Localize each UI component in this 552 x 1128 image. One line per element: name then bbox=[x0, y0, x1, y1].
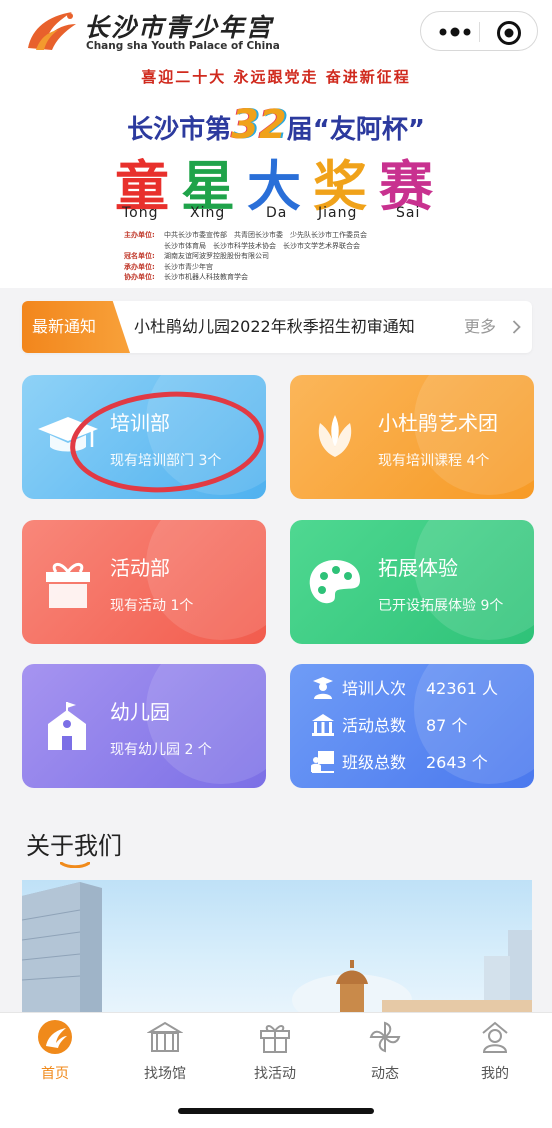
organizer-line: 长沙市体育局 长沙市科学技术协会 长沙市文学艺术界联合会 bbox=[164, 241, 360, 250]
card-activity-dept[interactable]: 活动部 现有活动 1个 bbox=[22, 520, 266, 644]
banner-title: 童 星 大 奖 赛 bbox=[115, 142, 445, 218]
home-logo-icon bbox=[38, 1020, 72, 1054]
home-indicator[interactable] bbox=[178, 1108, 374, 1114]
tab-find-venue[interactable]: 找场馆 bbox=[110, 1019, 220, 1089]
tab-profile[interactable]: 我的 bbox=[440, 1019, 550, 1089]
top-bar: 长沙市青少年宫 Chang sha Youth Palace of China bbox=[0, 0, 552, 62]
card-title: 活动部 bbox=[110, 556, 170, 580]
organizer-line: 主办单位: 中共长沙市委宣传部 共青团长沙市委 少先队长沙市工作委员会 bbox=[124, 231, 367, 239]
card-title: 小杜鹃艺术团 bbox=[378, 411, 498, 435]
chevron-right-icon[interactable] bbox=[512, 320, 521, 334]
tab-label: 找场馆 bbox=[144, 1066, 186, 1082]
venue-icon bbox=[147, 1021, 183, 1052]
subtitle-prefix: 长沙市第 bbox=[127, 115, 232, 145]
brand-name-cn: 长沙市青少年宫 bbox=[84, 13, 274, 42]
subtitle-suffix: 届“友阿杯” bbox=[286, 115, 425, 145]
card-statistics: 培训人次 42361 人 活动总数 87 个 班级总数 2643 个 bbox=[290, 664, 534, 788]
more-menu-icon[interactable] bbox=[435, 22, 475, 42]
card-title: 幼儿园 bbox=[110, 700, 170, 724]
card-subtitle: 现有幼儿园 2 个 bbox=[110, 742, 212, 758]
banner-organizers: 主办单位: 中共长沙市委宣传部 共青团长沙市委 少先队长沙市工作委员会 长沙市体育… bbox=[124, 230, 454, 283]
tab-home[interactable]: 首页 bbox=[0, 1019, 110, 1089]
organizer-line: 冠名单位: 湖南友谊阿波罗控股股份有限公司 bbox=[124, 252, 269, 260]
stat-value: 2643 个 bbox=[426, 753, 488, 772]
tab-label: 首页 bbox=[41, 1066, 69, 1082]
more-link[interactable]: 更多 bbox=[464, 301, 496, 353]
organizer-line: 协办单位: 长沙市机器人科技教育学会 bbox=[124, 273, 248, 281]
palette-icon bbox=[309, 560, 360, 604]
flower-icon bbox=[318, 415, 352, 457]
building-photo-illustration bbox=[22, 882, 532, 1020]
graduate-person-icon bbox=[313, 677, 333, 699]
stat-label: 班级总数 bbox=[342, 753, 407, 772]
stat-training-count: 培训人次 42361 人 bbox=[310, 672, 530, 702]
stat-label: 培训人次 bbox=[342, 679, 407, 698]
latest-notice-tag: 最新通知 bbox=[22, 301, 130, 353]
notice-text[interactable]: 小杜鹃幼儿园2022年秋季招生初审通知 bbox=[134, 301, 454, 353]
card-art-troupe[interactable]: 小杜鹃艺术团 现有培训课程 4个 bbox=[290, 375, 534, 499]
classroom-icon bbox=[311, 751, 334, 773]
tab-label: 找活动 bbox=[254, 1066, 296, 1082]
card-kindergarten[interactable]: 幼儿园 现有幼儿园 2 个 bbox=[22, 664, 266, 788]
heading-underline bbox=[60, 862, 90, 868]
gift-box-icon bbox=[260, 1025, 290, 1053]
capsule-divider bbox=[479, 22, 480, 42]
banner-pinyin: Tong Xing Da Jiang Sai bbox=[118, 205, 438, 225]
stat-value: 42361 人 bbox=[426, 679, 498, 698]
user-icon bbox=[482, 1021, 508, 1053]
card-subtitle: 现有活动 1个 bbox=[110, 598, 194, 614]
school-icon bbox=[48, 702, 86, 750]
tab-label: 动态 bbox=[371, 1066, 399, 1082]
miniprogram-capsule bbox=[420, 11, 538, 51]
brand-name-en: Chang sha Youth Palace of China bbox=[86, 40, 280, 52]
pinyin-word: Sai bbox=[396, 205, 421, 221]
about-us-heading: 关于我们 bbox=[26, 832, 122, 860]
pinyin-word: Xing bbox=[190, 205, 226, 221]
pinyin-word: Tong bbox=[122, 205, 159, 221]
pinyin-word: Jiang bbox=[318, 205, 358, 221]
pinwheel-icon bbox=[369, 1021, 401, 1053]
app-page: 长沙市青少年宫 Chang sha Youth Palace of China … bbox=[0, 0, 552, 1128]
card-subtitle: 现有培训课程 4个 bbox=[378, 453, 490, 469]
latest-notice-bar[interactable]: 最新通知 小杜鹃幼儿园2022年秋季招生初审通知 更多 bbox=[22, 301, 532, 353]
event-banner[interactable]: 喜迎二十大 永远跟党走 奋进新征程 长沙市第32届“友阿杯” 童 星 大 奖 赛… bbox=[0, 62, 552, 288]
stat-class-count: 班级总数 2643 个 bbox=[310, 746, 530, 776]
gift-icon bbox=[46, 563, 90, 608]
stat-activity-count: 活动总数 87 个 bbox=[310, 709, 530, 739]
pinyin-word: Da bbox=[266, 205, 288, 221]
organizer-line: 承办单位: 长沙市青少年宫 bbox=[124, 262, 213, 271]
stat-value: 87 个 bbox=[426, 716, 468, 735]
tab-find-activity[interactable]: 找活动 bbox=[220, 1019, 330, 1089]
building-icon bbox=[312, 714, 334, 736]
stat-label: 活动总数 bbox=[342, 716, 407, 735]
banner-slogan: 喜迎二十大 永远跟党走 奋进新征程 bbox=[141, 68, 411, 86]
close-miniprogram-icon[interactable] bbox=[496, 20, 522, 46]
about-us-photo[interactable] bbox=[22, 880, 532, 1020]
card-subtitle: 已开设拓展体验 9个 bbox=[378, 598, 504, 614]
card-outdoor-experience[interactable]: 拓展体验 已开设拓展体验 9个 bbox=[290, 520, 534, 644]
card-title: 拓展体验 bbox=[378, 556, 458, 580]
tab-news[interactable]: 动态 bbox=[330, 1019, 440, 1089]
tab-label: 我的 bbox=[481, 1066, 509, 1082]
youth-palace-logo-icon bbox=[28, 12, 76, 50]
